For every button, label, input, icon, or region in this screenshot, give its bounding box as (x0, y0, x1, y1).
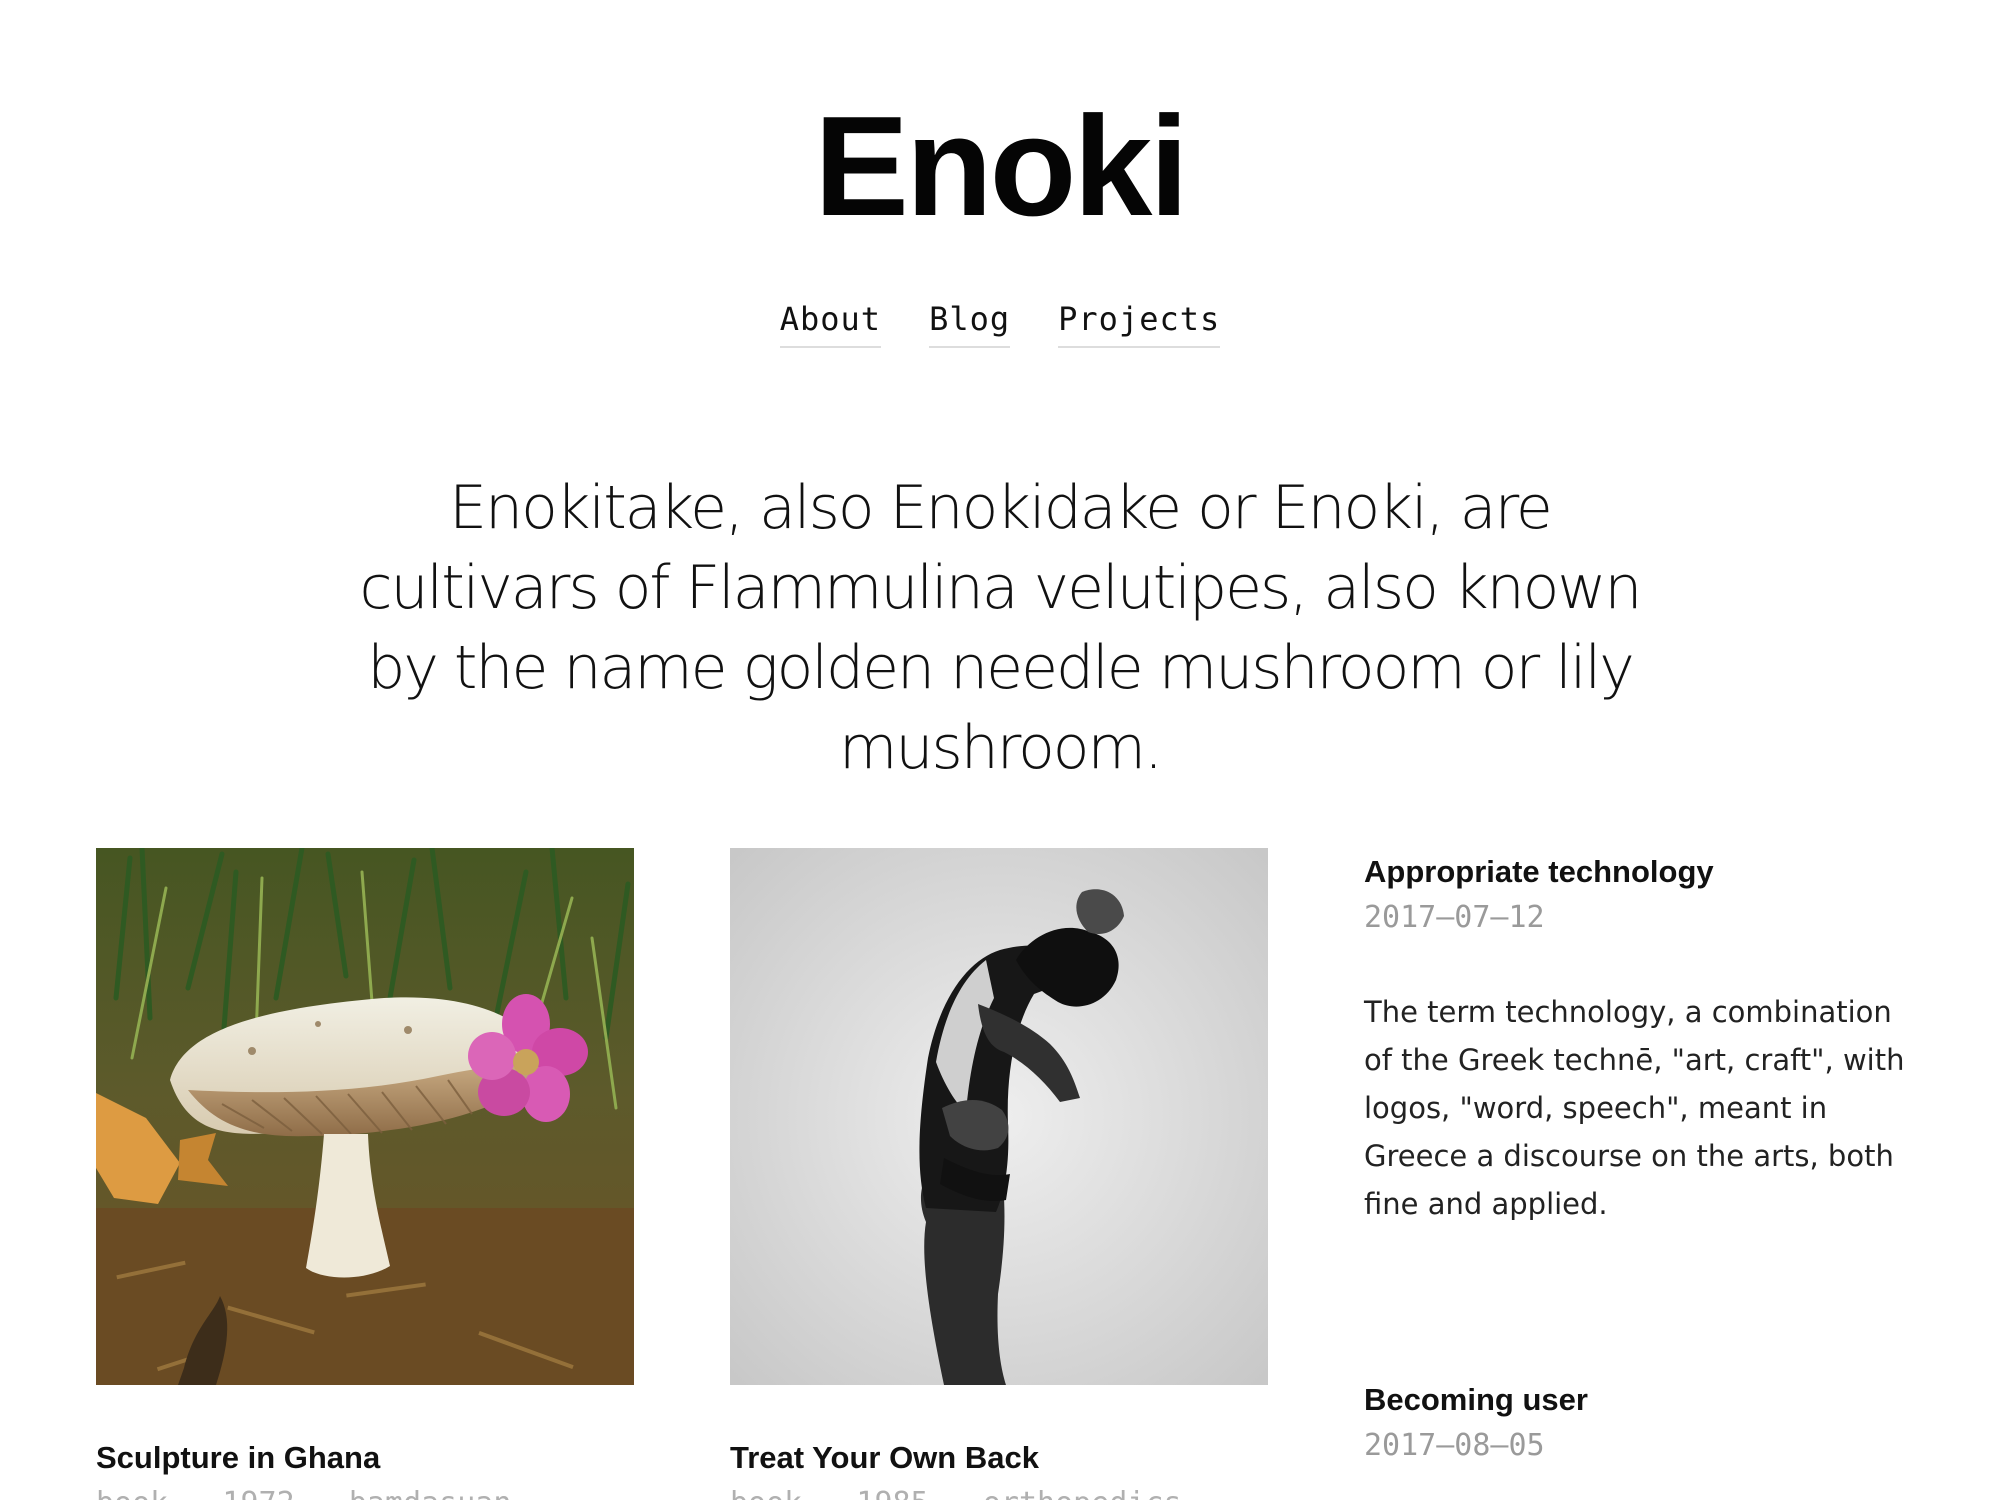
post-title[interactable]: Becoming user (1364, 1380, 1588, 1420)
mushroom-photo[interactable] (96, 848, 634, 1385)
post-date: 2017–08–05 (1364, 1428, 1545, 1463)
exercise-photo[interactable] (730, 848, 1268, 1385)
site-title[interactable]: Enoki (0, 92, 2000, 242)
intro-text: Enokitake, also Enokidake or Enoki, are … (359, 473, 1643, 783)
project-title[interactable]: Sculpture in Ghana (96, 1438, 380, 1478)
project-card-back[interactable]: Treat Your Own Back book — 1985 — orthop… (730, 848, 1268, 1500)
post-item[interactable]: Becoming user 2017–08–05 (1364, 1380, 1588, 1466)
nav-link-blog[interactable]: Blog (929, 298, 1011, 348)
post-title[interactable]: Appropriate technology (1364, 852, 1924, 892)
project-meta: book — 1972 — bamdasuan (96, 1484, 511, 1500)
post-excerpt: The term technology, a combination of th… (1364, 995, 1905, 1221)
nav-link-projects[interactable]: Projects (1058, 298, 1221, 348)
post-item[interactable]: Appropriate technology 2017–07–12 The te… (1364, 852, 1924, 1228)
project-meta: book — 1985 — orthopedics (730, 1484, 1182, 1500)
project-card-sculpture[interactable]: Sculpture in Ghana book — 1972 — bamdasu… (96, 848, 634, 1500)
post-date: 2017–07–12 (1364, 900, 1545, 935)
project-title[interactable]: Treat Your Own Back (730, 1438, 1039, 1478)
recent-posts: Appropriate technology 2017–07–12 The te… (1364, 852, 1924, 1463)
main-nav: About Blog Projects (0, 298, 2000, 348)
nav-link-about[interactable]: About (779, 298, 882, 348)
